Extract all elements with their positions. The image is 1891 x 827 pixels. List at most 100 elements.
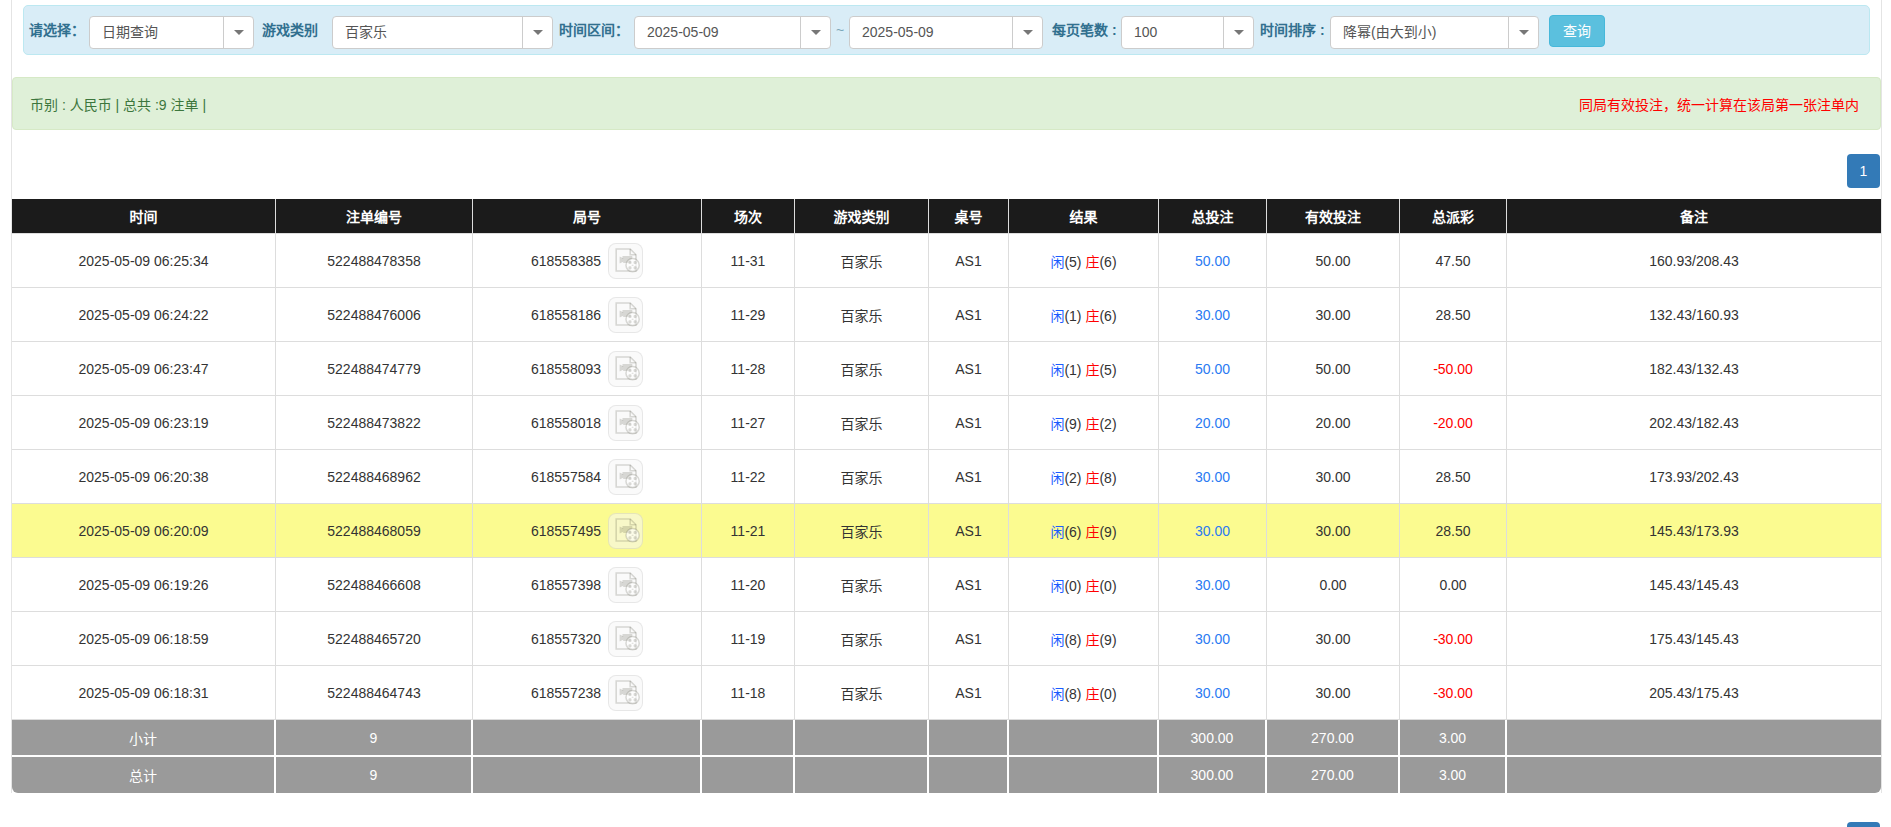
- result-banker-label: 庄: [1085, 470, 1099, 486]
- cell-bet-id: 522488473822: [276, 396, 473, 450]
- query-type-select[interactable]: 日期查询: [89, 16, 254, 49]
- page-size-label: 每页笔数 :: [1052, 6, 1117, 54]
- cell-remark: 182.43/132.43: [1507, 342, 1881, 396]
- cell-valid-bet: 0.00: [1267, 558, 1400, 612]
- chevron-down-icon: [1508, 17, 1538, 48]
- cell-time: 2025-05-09 06:23:19: [12, 396, 276, 450]
- video-file-icon: [611, 678, 641, 708]
- round-id: 618557584: [531, 469, 601, 485]
- cell-remark: 145.43/173.93: [1507, 504, 1881, 558]
- video-file-icon: [611, 300, 641, 330]
- chevron-down-icon: [522, 17, 552, 48]
- sort-order-label: 时间排序 :: [1260, 6, 1325, 54]
- cell-session: 11-22: [702, 450, 795, 504]
- video-replay-button[interactable]: [608, 459, 643, 495]
- cell-table-no: AS1: [929, 666, 1009, 720]
- page-1-button-bottom[interactable]: 1: [1847, 822, 1880, 827]
- cell-game: 百家乐: [795, 342, 929, 396]
- cell-round: 618558018: [473, 396, 702, 450]
- total-bet-link[interactable]: 20.00: [1195, 415, 1230, 431]
- result-player-score: (9): [1064, 416, 1081, 432]
- total-bet-link[interactable]: 30.00: [1195, 307, 1230, 323]
- video-replay-button[interactable]: [608, 297, 643, 333]
- table-row: 2025-05-09 06:20:38 522488468962 6185575…: [12, 450, 1881, 504]
- result-banker-label: 庄: [1085, 632, 1099, 648]
- game-category-select[interactable]: 百家乐: [332, 16, 553, 49]
- video-replay-button[interactable]: [608, 621, 643, 657]
- video-replay-button[interactable]: [608, 243, 643, 279]
- total-bet-link[interactable]: 30.00: [1195, 577, 1230, 593]
- cell-time: 2025-05-09 06:25:34: [12, 234, 276, 288]
- result-banker-score: (9): [1099, 524, 1116, 540]
- cell-game: 百家乐: [795, 558, 929, 612]
- cell-round: 618558385: [473, 234, 702, 288]
- summary-note: 同局有效投注，统一计算在该局第一张注单内: [1579, 94, 1859, 114]
- result-banker-label: 庄: [1085, 308, 1099, 324]
- subtotal-valid-bet: 270.00: [1267, 720, 1400, 757]
- total-bet-link[interactable]: 30.00: [1195, 523, 1230, 539]
- total-bet-link[interactable]: 30.00: [1195, 469, 1230, 485]
- cell-game: 百家乐: [795, 450, 929, 504]
- cell-bet-id: 522488476006: [276, 288, 473, 342]
- cell-result: 闲(0) 庄(0): [1009, 558, 1159, 612]
- cell-time: 2025-05-09 06:20:38: [12, 450, 276, 504]
- cell-round: 618557584: [473, 450, 702, 504]
- total-bet-link[interactable]: 30.00: [1195, 631, 1230, 647]
- cell-result: 闲(8) 庄(0): [1009, 666, 1159, 720]
- header-session: 场次: [702, 199, 795, 234]
- cell-payout: 28.50: [1400, 288, 1507, 342]
- result-banker-score: (9): [1099, 632, 1116, 648]
- date-from-select[interactable]: 2025-05-09: [634, 16, 831, 49]
- subtotal-row: 小计 9 300.00 270.00 3.00: [12, 720, 1881, 757]
- cell-session: 11-20: [702, 558, 795, 612]
- cell-time: 2025-05-09 06:18:31: [12, 666, 276, 720]
- total-bet-link[interactable]: 30.00: [1195, 685, 1230, 701]
- video-replay-button[interactable]: [608, 405, 643, 441]
- search-button[interactable]: 查询: [1549, 15, 1605, 47]
- chevron-down-icon: [223, 17, 253, 48]
- cell-result: 闲(1) 庄(5): [1009, 342, 1159, 396]
- cell-total-bet: 30.00: [1159, 450, 1267, 504]
- cell-session: 11-27: [702, 396, 795, 450]
- round-id: 618557238: [531, 685, 601, 701]
- total-bet-link[interactable]: 50.00: [1195, 253, 1230, 269]
- video-replay-button[interactable]: [608, 567, 643, 603]
- cell-payout: 28.50: [1400, 504, 1507, 558]
- cell-table-no: AS1: [929, 396, 1009, 450]
- cell-valid-bet: 30.00: [1267, 288, 1400, 342]
- empty-cell: [795, 757, 929, 793]
- cell-valid-bet: 30.00: [1267, 504, 1400, 558]
- table-row: 2025-05-09 06:23:19 522488473822 6185580…: [12, 396, 1881, 450]
- game-category-value: 百家乐: [333, 17, 522, 48]
- game-category-label: 游戏类别: [262, 6, 318, 54]
- header-result: 结果: [1009, 199, 1159, 234]
- cell-total-bet: 50.00: [1159, 234, 1267, 288]
- sort-order-select[interactable]: 降幂(由大到小): [1330, 16, 1539, 49]
- cell-remark: 145.43/145.43: [1507, 558, 1881, 612]
- cell-total-bet: 30.00: [1159, 288, 1267, 342]
- page-1-button[interactable]: 1: [1847, 154, 1880, 188]
- video-file-icon: [611, 408, 641, 438]
- result-player-score: (2): [1064, 470, 1081, 486]
- cell-payout: 0.00: [1400, 558, 1507, 612]
- cell-payout: -30.00: [1400, 666, 1507, 720]
- round-id: 618557320: [531, 631, 601, 647]
- result-player-label: 闲: [1050, 416, 1064, 432]
- total-bet-link[interactable]: 50.00: [1195, 361, 1230, 377]
- video-replay-button[interactable]: [608, 513, 643, 549]
- total-count: 9: [276, 757, 473, 793]
- video-replay-button[interactable]: [608, 675, 643, 711]
- date-to-select[interactable]: 2025-05-09: [849, 16, 1043, 49]
- empty-cell: [795, 720, 929, 757]
- table-row: 2025-05-09 06:25:34 522488478358 6185583…: [12, 234, 1881, 288]
- page-size-select[interactable]: 100: [1121, 16, 1254, 49]
- result-player-label: 闲: [1050, 578, 1064, 594]
- cell-game: 百家乐: [795, 396, 929, 450]
- video-replay-button[interactable]: [608, 351, 643, 387]
- result-banker-label: 庄: [1085, 362, 1099, 378]
- header-bet-id: 注单编号: [276, 199, 473, 234]
- cell-total-bet: 30.00: [1159, 666, 1267, 720]
- cell-valid-bet: 50.00: [1267, 234, 1400, 288]
- cell-total-bet: 50.00: [1159, 342, 1267, 396]
- subtotal-count: 9: [276, 720, 473, 757]
